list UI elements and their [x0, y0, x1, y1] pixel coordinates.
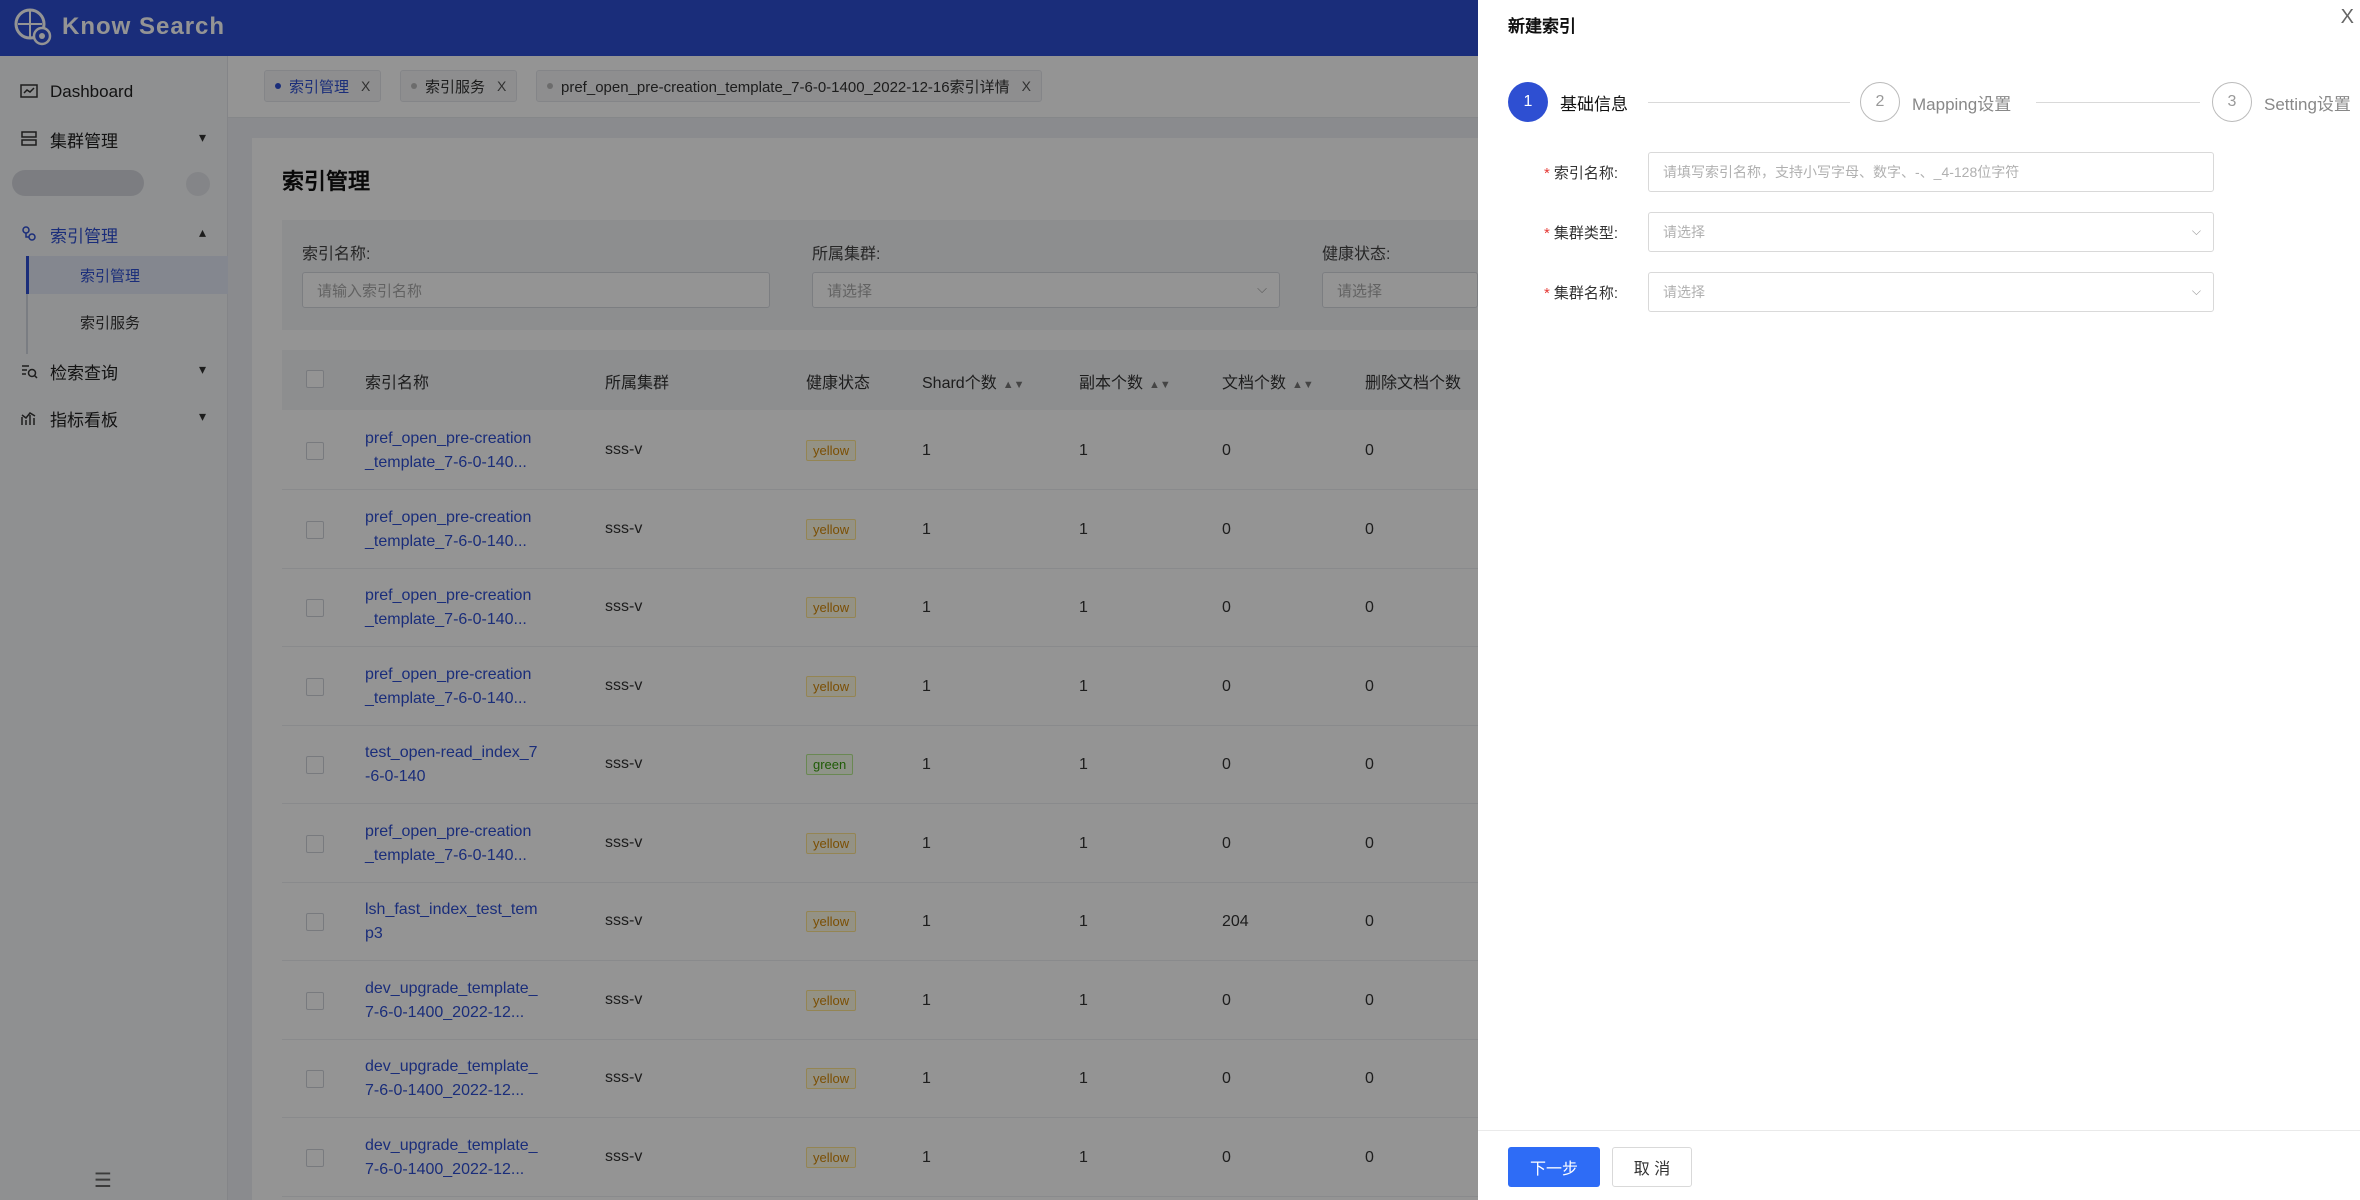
drawer-title: 新建索引 [1508, 17, 1576, 36]
required-mark: * [1543, 285, 1550, 302]
modal-mask[interactable] [0, 0, 1478, 1200]
step-connector [1648, 102, 1850, 103]
cluster-name-select[interactable]: 请选择 ⌵ [1648, 272, 2214, 312]
required-mark: * [1543, 225, 1550, 242]
step-number: 1 [1508, 82, 1548, 122]
step-setting: 3 Setting设置 [2212, 82, 2351, 122]
step-label: Mapping设置 [1912, 94, 2012, 114]
chevron-down-icon: ⌵ [2191, 284, 2201, 298]
field-label-index-name: * 索引名称: [1518, 162, 1618, 183]
index-name-input[interactable]: 请填写索引名称，支持小写字母、数字、-、_4-128位字符 [1648, 152, 2214, 192]
step-label: Setting设置 [2264, 94, 2351, 114]
step-number: 3 [2212, 82, 2252, 122]
chevron-down-icon: ⌵ [2191, 224, 2201, 238]
field-label-text: 集群类型: [1553, 225, 1618, 242]
cluster-type-select[interactable]: 请选择 ⌵ [1648, 212, 2214, 252]
field-label-cluster-type: * 集群类型: [1518, 222, 1618, 243]
create-index-drawer: 新建索引 X 1 基础信息 2 Mapping设置 3 Setting设置 * 索… [1478, 0, 2360, 1200]
step-mapping: 2 Mapping设置 [1860, 82, 2011, 122]
field-label-cluster-name: * 集群名称: [1518, 282, 1618, 303]
close-icon[interactable]: X [2341, 6, 2354, 29]
field-label-text: 索引名称: [1553, 165, 1618, 182]
step-connector [2036, 102, 2200, 103]
next-step-button[interactable]: 下一步 [1508, 1147, 1600, 1187]
input-placeholder: 请填写索引名称，支持小写字母、数字、-、_4-128位字符 [1663, 164, 2020, 180]
step-number: 2 [1860, 82, 1900, 122]
step-basic-info: 1 基础信息 [1508, 82, 1628, 122]
required-mark: * [1543, 165, 1550, 182]
select-placeholder: 请选择 [1663, 284, 1705, 300]
select-placeholder: 请选择 [1663, 224, 1705, 240]
field-label-text: 集群名称: [1553, 285, 1618, 302]
cancel-button[interactable]: 取 消 [1612, 1147, 1692, 1187]
step-label: 基础信息 [1560, 94, 1628, 114]
drawer-footer: 下一步 取 消 [1478, 1130, 2360, 1200]
